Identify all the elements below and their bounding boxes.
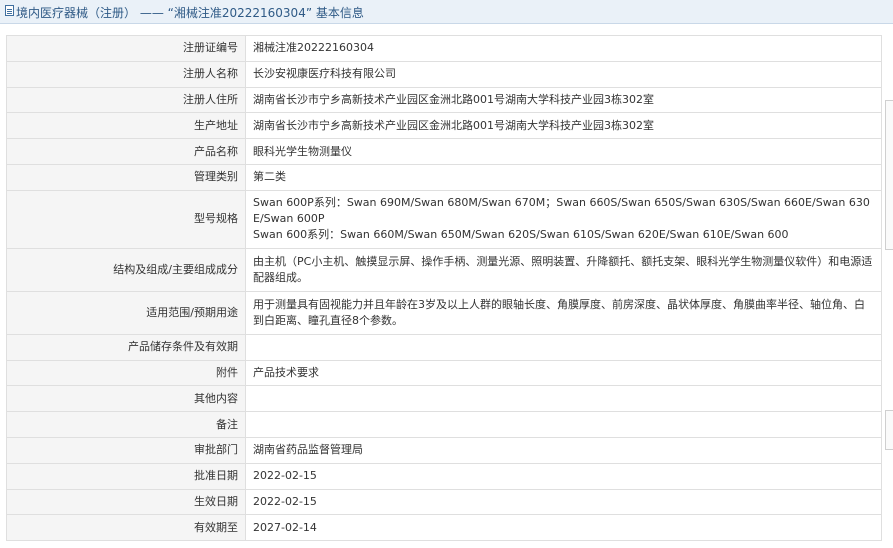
valid-until-label: 有效期至 — [6, 514, 246, 542]
table-row: 结构及组成/主要组成成分 由主机（PC小主机、触摸显示屏、操作手柄、测量光源、照… — [6, 247, 882, 292]
effective-date-value: 2022-02-15 — [245, 488, 882, 516]
table-row: 注册人名称 长沙安视康医疗科技有限公司 — [6, 60, 882, 88]
registration-detail-table: 注册证编号 湘械注准20222160304 注册人名称 长沙安视康医疗科技有限公… — [6, 35, 882, 542]
other-content-value — [245, 385, 882, 413]
attachment-value: 产品技术要求 — [245, 359, 882, 387]
approval-dept-value: 湖南省药品监督管理局 — [245, 436, 882, 464]
table-row: 附件 产品技术要求 — [6, 359, 882, 387]
page-header: 境内医疗器械（注册） —— “湘械注准20222160304” 基本信息 — [0, 0, 893, 24]
table-row: 管理类别 第二类 — [6, 163, 882, 191]
table-row: 注册证编号 湘械注准20222160304 — [6, 35, 882, 62]
registrant-name-label: 注册人名称 — [6, 60, 246, 88]
remarks-value — [245, 411, 882, 438]
table-row: 生产地址 湖南省长沙市宁乡高新技术产业园区金洲北路001号湖南大学科技产业园3栋… — [6, 112, 882, 140]
production-address-label: 生产地址 — [6, 112, 246, 140]
table-row: 其他内容 — [6, 385, 882, 413]
storage-validity-value — [245, 333, 882, 361]
model-spec-value: Swan 600P系列：Swan 690M/Swan 680M/Swan 670… — [245, 189, 882, 249]
production-address-value: 湖南省长沙市宁乡高新技术产业园区金洲北路001号湖南大学科技产业园3栋302室 — [245, 112, 882, 140]
other-content-label: 其他内容 — [6, 385, 246, 413]
document-icon — [5, 5, 14, 16]
management-class-value: 第二类 — [245, 163, 882, 191]
registration-number-label: 注册证编号 — [6, 35, 246, 62]
table-row: 型号规格 Swan 600P系列：Swan 690M/Swan 680M/Swa… — [6, 189, 882, 249]
valid-until-value: 2027-02-14 — [245, 514, 882, 542]
table-row: 备注 — [6, 411, 882, 438]
composition-label: 结构及组成/主要组成成分 — [6, 247, 246, 292]
table-row: 注册人住所 湖南省长沙市宁乡高新技术产业园区金洲北路001号湖南大学科技产业园3… — [6, 86, 882, 114]
table-row: 生效日期 2022-02-15 — [6, 488, 882, 516]
table-row: 有效期至 2027-02-14 — [6, 514, 882, 542]
attachment-label: 附件 — [6, 359, 246, 387]
intended-use-label: 适用范围/预期用途 — [6, 290, 246, 335]
side-panel-edge — [885, 100, 893, 250]
registrant-address-value: 湖南省长沙市宁乡高新技术产业园区金洲北路001号湖南大学科技产业园3栋302室 — [245, 86, 882, 114]
composition-value: 由主机（PC小主机、触摸显示屏、操作手柄、测量光源、照明装置、升降额托、额托支架… — [245, 247, 882, 292]
registrant-name-value: 长沙安视康医疗科技有限公司 — [245, 60, 882, 88]
approval-date-label: 批准日期 — [6, 462, 246, 490]
approval-dept-label: 审批部门 — [6, 436, 246, 464]
table-row: 适用范围/预期用途 用于测量具有固视能力并且年龄在3岁及以上人群的眼轴长度、角膜… — [6, 290, 882, 335]
product-name-label: 产品名称 — [6, 138, 246, 165]
approval-date-value: 2022-02-15 — [245, 462, 882, 490]
intended-use-value: 用于测量具有固视能力并且年龄在3岁及以上人群的眼轴长度、角膜厚度、前房深度、晶状… — [245, 290, 882, 335]
product-name-value: 眼科光学生物测量仪 — [245, 138, 882, 165]
table-row: 产品名称 眼科光学生物测量仪 — [6, 138, 882, 165]
page-title: 境内医疗器械（注册） —— “湘械注准20222160304” 基本信息 — [16, 6, 364, 20]
side-panel-edge — [885, 410, 893, 450]
model-spec-label: 型号规格 — [6, 189, 246, 249]
registrant-address-label: 注册人住所 — [6, 86, 246, 114]
registration-number-value: 湘械注准20222160304 — [245, 35, 882, 62]
table-row: 审批部门 湖南省药品监督管理局 — [6, 436, 882, 464]
model-spec-line: Swan 600系列：Swan 660M/Swan 650M/Swan 620S… — [253, 228, 789, 242]
table-row: 批准日期 2022-02-15 — [6, 462, 882, 490]
remarks-label: 备注 — [6, 411, 246, 438]
management-class-label: 管理类别 — [6, 163, 246, 191]
model-spec-line: Swan 600P系列：Swan 690M/Swan 680M/Swan 670… — [253, 196, 870, 226]
storage-validity-label: 产品储存条件及有效期 — [6, 333, 246, 361]
effective-date-label: 生效日期 — [6, 488, 246, 516]
table-row: 产品储存条件及有效期 — [6, 333, 882, 361]
